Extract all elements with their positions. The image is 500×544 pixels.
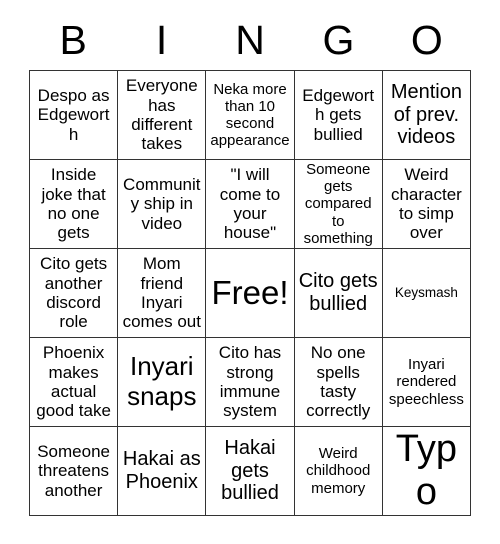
bingo-cell[interactable]: Someone threatens another [30,427,119,516]
bingo-cell[interactable]: Weird childhood memory [294,427,383,516]
bingo-cell-text: Inside joke that no one gets [41,165,106,243]
bingo-cell[interactable]: Inyari rendered speechless [382,338,471,427]
bingo-cell-text: Phoenix makes actual good take [36,343,111,421]
bingo-cell[interactable]: Weird character to simp over [382,160,471,249]
bingo-cell-text: Hakai gets bullied [221,436,279,505]
bingo-cell[interactable]: Edgeworth gets bullied [294,71,383,160]
bingo-cell-text: Hakai as Phoenix [122,448,201,493]
bingo-cell[interactable]: Despo as Edgeworth [30,71,119,160]
bingo-cell[interactable]: "I will come to your house" [206,160,295,249]
bingo-cell[interactable]: Mention of prev. videos [382,71,471,160]
bingo-cell-text: Mention of prev. videos [390,80,462,149]
bingo-cell-text: Community ship in video [123,174,201,233]
bingo-cell[interactable]: Typo [382,427,471,516]
bingo-cell-text: Inyari snaps [127,351,197,411]
bingo-cell-text: Inyari rendered speechless [388,356,464,408]
bingo-cell-text: Someone threatens another [37,441,110,500]
bingo-cell[interactable]: Inyari snaps [118,338,207,427]
header-letter-n: N [235,16,265,63]
bingo-cell-text: Everyone has different takes [125,76,198,154]
bingo-cell[interactable]: Hakai as Phoenix [118,427,207,516]
bingo-cell[interactable]: Everyone has different takes [118,71,207,160]
header-letter-i: I [155,16,168,63]
bingo-cell[interactable]: Keysmash [382,249,471,338]
bingo-cell[interactable]: Neka more than 10 second appearance [206,71,295,160]
bingo-cell[interactable]: Cito gets another discord role [30,249,119,338]
bingo-cell[interactable]: Cito has strong immune system [206,338,295,427]
bingo-card: B I N G O Despo as Edgeworth Everyone ha… [0,0,500,544]
bingo-cell-free-space[interactable]: Free! [206,249,295,338]
bingo-cell[interactable]: Hakai gets bullied [206,427,295,516]
bingo-cell-text: Cito gets another discord role [40,254,108,332]
bingo-cell-text: Free! [211,274,289,312]
bingo-cell-text: Edgeworth gets bullied [302,85,375,144]
header-letter-g: G [322,16,355,63]
bingo-cell-text: Weird childhood memory [306,445,371,497]
bingo-cell-text: Despo as Edgeworth [37,85,110,144]
bingo-cell[interactable]: Someone gets compared to something [294,160,383,249]
bingo-cell-text: Mom friend Inyari comes out [122,254,201,332]
bingo-cell-text: Keysmash [394,285,458,301]
bingo-cell[interactable]: Mom friend Inyari comes out [118,249,207,338]
bingo-grid: Despo as Edgeworth Everyone has differen… [29,70,471,516]
bingo-cell[interactable]: Cito gets bullied [294,249,383,338]
bingo-cell-text: Someone gets compared to something [303,161,373,247]
bingo-cell-text: Weird character to simp over [390,165,462,243]
bingo-cell-text: Typo [395,427,458,513]
bingo-cell-text: "I will come to your house" [219,165,281,243]
bingo-cell-text: Neka more than 10 second appearance [210,80,290,150]
bingo-cell[interactable]: Community ship in video [118,160,207,249]
bingo-cell[interactable]: Inside joke that no one gets [30,160,119,249]
bingo-cell-text: Cito has strong immune system [218,343,282,421]
header-letter-o: O [410,16,443,63]
bingo-cell-text: Cito gets bullied [298,270,378,315]
header-letter-b: B [59,16,87,63]
bingo-cell[interactable]: No one spells tasty correctly [294,338,383,427]
bingo-header: B I N G O [29,14,471,66]
bingo-cell[interactable]: Phoenix makes actual good take [30,338,119,427]
bingo-cell-text: No one spells tasty correctly [306,343,371,421]
